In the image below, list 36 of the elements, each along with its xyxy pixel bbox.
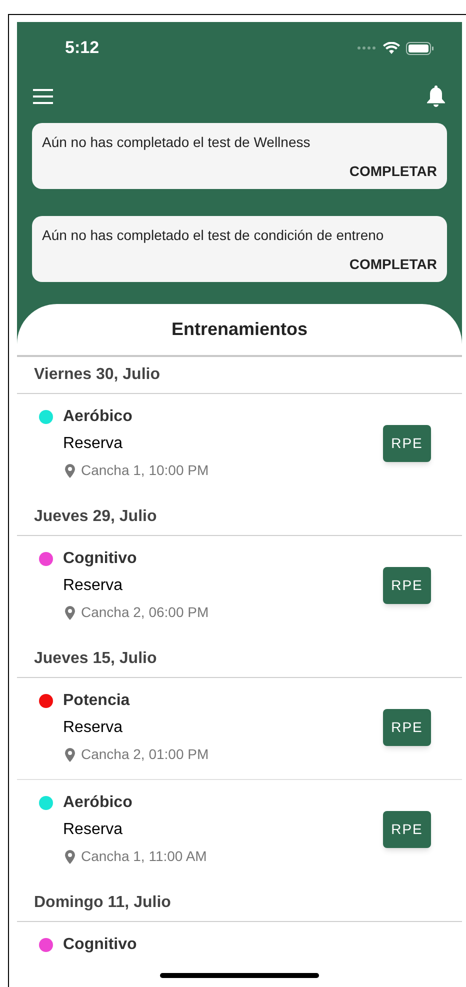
wifi-icon xyxy=(383,42,400,54)
session-status: Reserva xyxy=(63,820,124,840)
location-pin-icon xyxy=(65,464,75,478)
cellular-signal-icon xyxy=(357,46,377,50)
session-name: Aeróbico xyxy=(63,407,132,427)
session-name: Potencia xyxy=(63,691,130,711)
session-location: Cancha 2, 06:00 PM xyxy=(81,603,209,622)
bell-icon[interactable] xyxy=(426,85,446,107)
session-status: Reserva xyxy=(63,434,124,454)
location-pin-icon xyxy=(65,748,75,762)
location-pin-icon xyxy=(65,606,75,620)
sheet-title: Entrenamientos xyxy=(17,304,462,357)
status-time: 5:12 xyxy=(65,37,100,60)
complete-button[interactable]: COMPLETAR xyxy=(349,161,437,182)
alert-message: Aún no has completado el test de condición de entreno xyxy=(42,226,385,245)
battery-icon xyxy=(406,42,434,54)
location-pin-icon xyxy=(65,850,75,864)
session-status: Reserva xyxy=(63,718,124,738)
rpe-button[interactable]: RPE xyxy=(383,708,431,746)
day-header: Domingo 11, Julio xyxy=(17,885,462,922)
menu-icon[interactable] xyxy=(33,88,53,104)
rpe-button[interactable]: RPE xyxy=(383,810,431,848)
rpe-button[interactable]: RPE xyxy=(383,424,431,462)
complete-button[interactable]: COMPLETAR xyxy=(349,254,437,275)
session-location: Cancha 2, 01:00 PM xyxy=(81,745,209,764)
session-status: Reserva xyxy=(63,576,124,596)
session-name: Cognitivo xyxy=(63,549,137,569)
session-location: Cancha 1, 11:00 AM xyxy=(81,847,207,866)
day-header: Viernes 30, Julio xyxy=(17,357,462,394)
session-name: Cognitivo xyxy=(63,935,137,955)
session-location: Cancha 1, 10:00 PM xyxy=(81,461,209,480)
day-header: Jueves 29, Julio xyxy=(17,499,462,536)
rpe-button[interactable]: RPE xyxy=(383,566,431,604)
alert-message: Aún no has completado el test de Wellness xyxy=(42,133,312,152)
session-name: Aeróbico xyxy=(63,793,132,813)
day-header: Jueves 15, Julio xyxy=(17,641,462,678)
